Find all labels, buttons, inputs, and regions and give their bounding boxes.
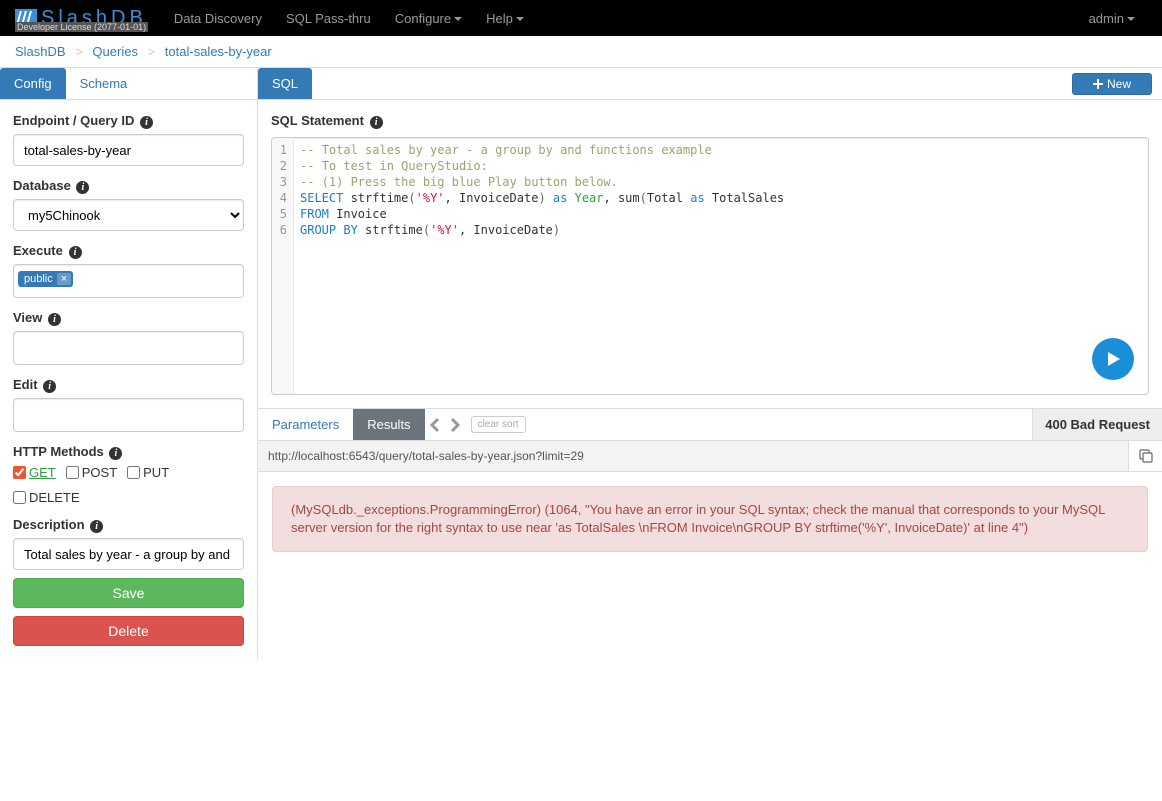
http-put[interactable]: PUT <box>127 465 169 480</box>
tab-config[interactable]: Config <box>0 68 66 99</box>
prev-button[interactable] <box>426 413 444 437</box>
nav-links: Data Discovery SQL Pass-thru Configure H… <box>162 3 536 34</box>
tab-schema[interactable]: Schema <box>66 68 142 99</box>
description-label: Description i <box>13 517 244 533</box>
url-input[interactable] <box>258 441 1128 471</box>
nav-sql-passthru[interactable]: SQL Pass-thru <box>274 3 383 34</box>
tab-results[interactable]: Results <box>353 409 424 440</box>
sql-editor[interactable]: 123456 -- Total sales by year - a group … <box>271 137 1149 395</box>
endpoint-input[interactable] <box>13 134 244 166</box>
http-post[interactable]: POST <box>66 465 117 480</box>
clear-sort-button[interactable]: clear sort <box>471 416 526 433</box>
content-tabs: SQL New <box>258 68 1162 100</box>
chevron-right-icon <box>448 416 462 434</box>
breadcrumb-root[interactable]: SlashDB <box>15 44 66 59</box>
execute-tag: public× <box>18 271 73 287</box>
execute-label: Execute i <box>13 243 244 259</box>
http-methods-label: HTTP Methods i <box>13 444 244 460</box>
endpoint-label: Endpoint / Query ID i <box>13 113 244 129</box>
license-badge: Developer License (2077-01-01) <box>15 22 148 32</box>
play-icon <box>1103 349 1123 369</box>
description-input[interactable] <box>13 538 244 570</box>
next-button[interactable] <box>446 413 464 437</box>
tag-remove-icon[interactable]: × <box>57 273 71 285</box>
info-icon[interactable]: i <box>76 181 89 194</box>
info-icon[interactable]: i <box>140 116 153 129</box>
view-field[interactable] <box>13 331 244 365</box>
tab-parameters[interactable]: Parameters <box>258 409 353 440</box>
database-label: Database i <box>13 178 244 194</box>
chevron-left-icon <box>428 416 442 434</box>
breadcrumb: SlashDB > Queries > total-sales-by-year <box>0 36 1162 67</box>
content: SQL New SQL Statement i 123456 -- Total … <box>258 68 1162 659</box>
caret-icon <box>516 17 524 21</box>
breadcrumb-queries[interactable]: Queries <box>92 44 138 59</box>
new-button[interactable]: New <box>1072 73 1152 95</box>
copy-button[interactable] <box>1128 441 1162 471</box>
http-delete[interactable]: DELETE <box>13 490 80 505</box>
nav-user: admin <box>1077 3 1147 34</box>
info-icon[interactable]: i <box>43 380 56 393</box>
edit-field[interactable] <box>13 398 244 432</box>
nav-data-discovery[interactable]: Data Discovery <box>162 3 274 34</box>
http-get[interactable]: GET <box>13 465 56 480</box>
save-button[interactable]: Save <box>13 578 244 608</box>
plus-icon <box>1093 79 1103 89</box>
database-select[interactable]: my5Chinook <box>13 199 244 231</box>
sidebar: Config Schema Endpoint / Query ID i Data… <box>0 68 258 659</box>
copy-icon <box>1139 449 1153 463</box>
nav-help[interactable]: Help <box>474 3 536 34</box>
delete-button[interactable]: Delete <box>13 616 244 646</box>
play-button[interactable] <box>1092 338 1134 380</box>
info-icon[interactable]: i <box>370 116 383 129</box>
sidebar-tabs: Config Schema <box>0 68 257 100</box>
http-methods-group: GET POST PUT DELETE <box>13 465 244 505</box>
brand[interactable]: SlashDB Developer License (2077-01-01) <box>15 7 147 30</box>
edit-label: Edit i <box>13 377 244 393</box>
caret-icon <box>1127 17 1135 21</box>
view-label: View i <box>13 310 244 326</box>
url-row <box>258 441 1162 472</box>
info-icon[interactable]: i <box>48 313 61 326</box>
execute-field[interactable]: public× <box>13 264 244 298</box>
nav-configure[interactable]: Configure <box>383 3 474 34</box>
user-menu[interactable]: admin <box>1077 3 1147 34</box>
error-message: (MySQLdb._exceptions.ProgrammingError) (… <box>272 486 1148 552</box>
editor-gutter: 123456 <box>272 138 294 394</box>
info-icon[interactable]: i <box>90 520 103 533</box>
info-icon[interactable]: i <box>109 447 122 460</box>
status-badge: 400 Bad Request <box>1032 409 1162 440</box>
info-icon[interactable]: i <box>69 246 82 259</box>
top-navbar: SlashDB Developer License (2077-01-01) D… <box>0 0 1162 36</box>
breadcrumb-current[interactable]: total-sales-by-year <box>165 44 272 59</box>
tab-sql[interactable]: SQL <box>258 68 312 99</box>
result-tabs: Parameters Results clear sort 400 Bad Re… <box>258 408 1162 441</box>
caret-icon <box>454 17 462 21</box>
editor-code[interactable]: -- Total sales by year - a group by and … <box>294 138 790 394</box>
sql-statement-label: SQL Statement i <box>271 113 1149 129</box>
